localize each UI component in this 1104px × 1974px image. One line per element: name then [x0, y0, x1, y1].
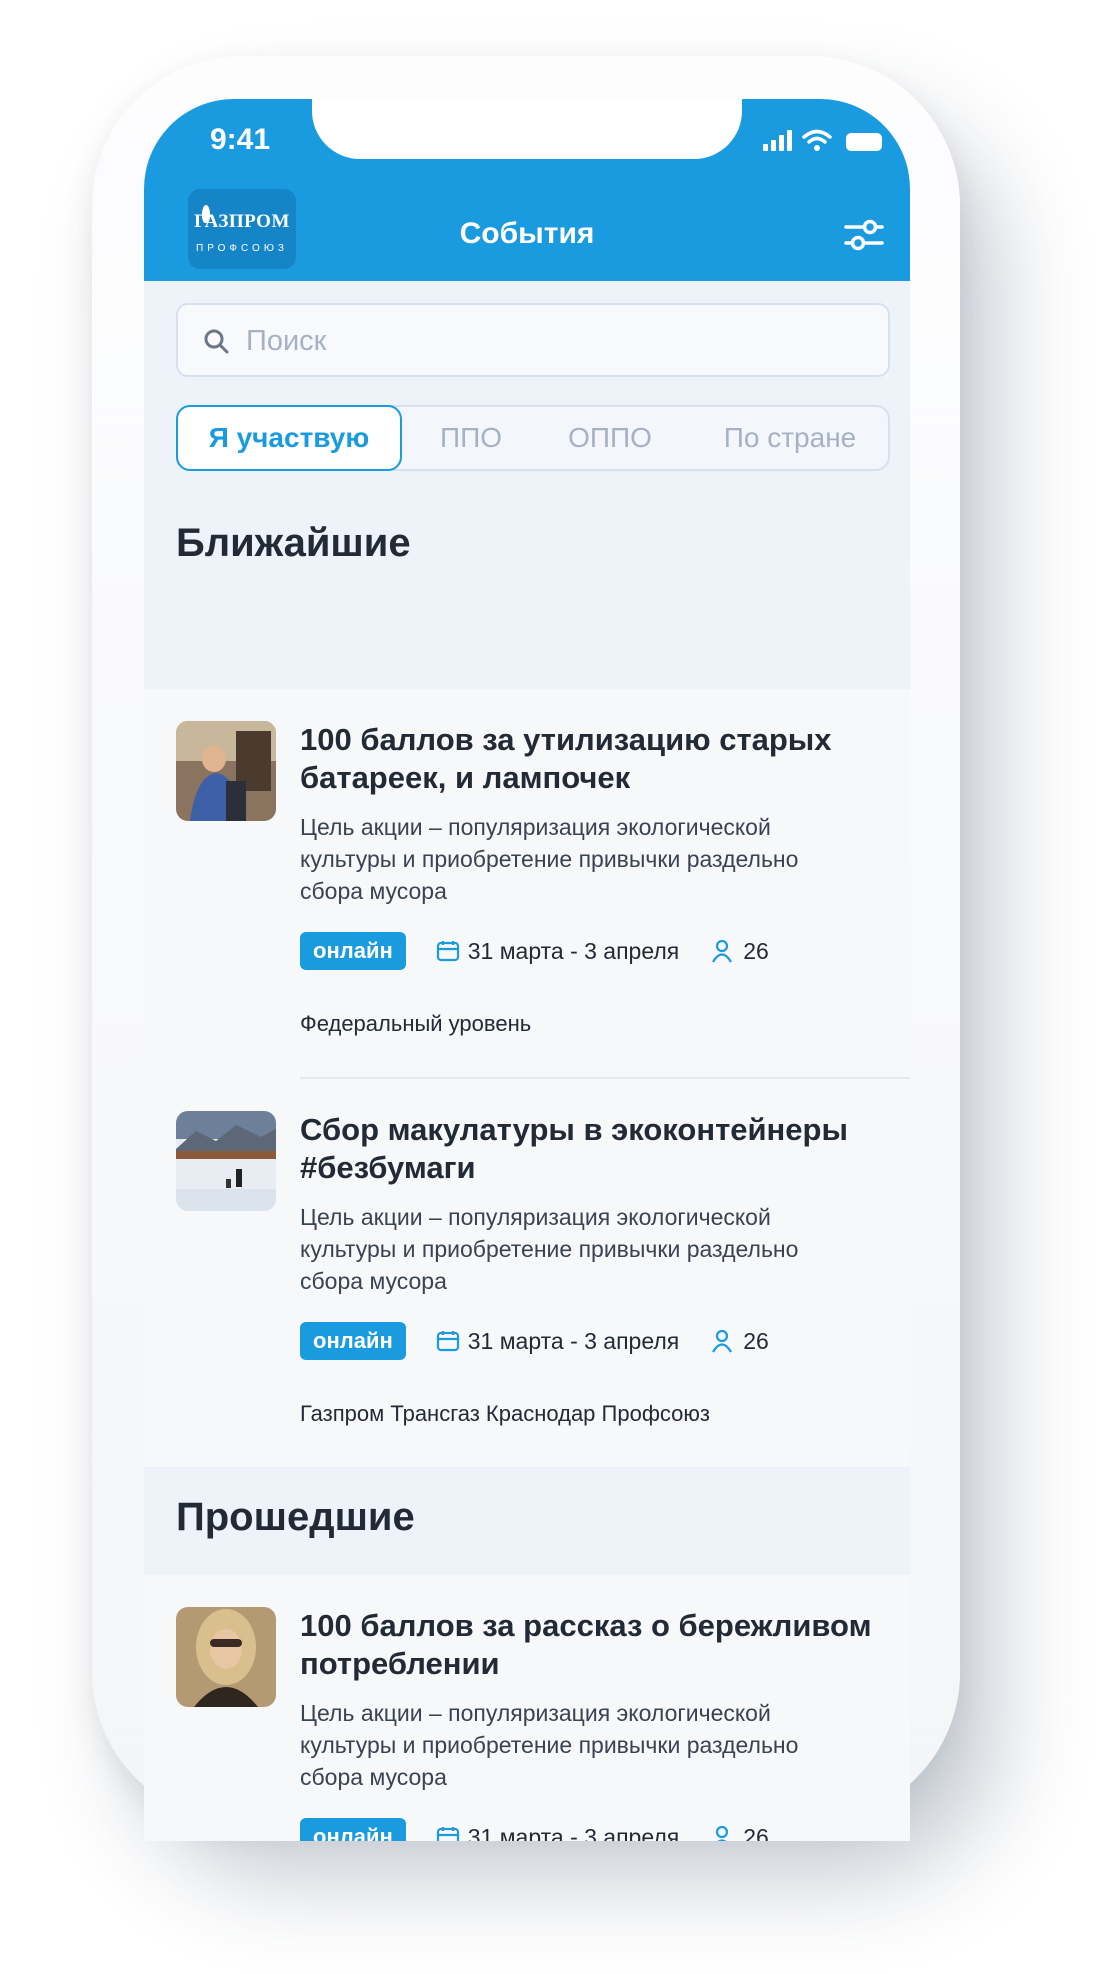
filter-settings-icon[interactable]: [844, 217, 884, 253]
online-badge: онлайн: [300, 1818, 406, 1841]
tab-oppo[interactable]: ОППО: [540, 407, 680, 469]
event-dates-text: 31 марта - 3 апреля: [467, 937, 680, 964]
tab-participating[interactable]: Я участвую: [176, 405, 402, 471]
tab-country[interactable]: По стране: [692, 407, 888, 469]
calendar-icon: [436, 1331, 459, 1352]
status-time: 9:41: [210, 123, 271, 156]
page-title: События: [459, 217, 595, 250]
event-organizer: Федеральный уровень: [300, 1011, 532, 1036]
wifi-icon: [802, 129, 832, 151]
event-title[interactable]: 100 баллов за рассказ о бережливом потре…: [300, 1607, 880, 1683]
event-dates: 31 марта - 3 апреля: [436, 1327, 680, 1355]
event-dates-text: 31 марта - 3 апреля: [467, 1327, 680, 1354]
search-icon: [204, 329, 229, 354]
person-icon: [716, 1825, 729, 1841]
event-meta: онлайн 31 марта - 3 апреля 26: [300, 1817, 769, 1841]
device-notch: [312, 99, 742, 159]
online-badge: онлайн: [300, 1322, 406, 1360]
section-title-upcoming: Ближайшие: [176, 521, 411, 565]
participants: 26: [711, 938, 769, 965]
participants: 26: [711, 1823, 769, 1842]
event-dates: 31 марта - 3 апреля: [436, 937, 680, 965]
battery-icon: [846, 133, 882, 151]
section-header-past: Прошедшие: [144, 1467, 910, 1575]
event-thumbnail: [176, 1607, 276, 1707]
participants-count: 26: [743, 937, 769, 964]
calendar-icon: [436, 941, 459, 962]
event-dates: 31 марта - 3 апреля: [436, 1823, 680, 1842]
participants: 26: [711, 1328, 769, 1355]
app-screen: 9:41 ГАЗПРОМ ПРОФСОЮЗ События Поиск Я уч…: [144, 99, 910, 1841]
status-icons: [763, 129, 882, 151]
tab-ppo[interactable]: ППО: [416, 407, 526, 469]
event-description: Цель акции – популяризация экологической…: [300, 814, 799, 904]
participants-count: 26: [743, 1823, 769, 1842]
divider: [300, 1077, 910, 1079]
search-placeholder: Поиск: [246, 325, 327, 357]
search-filter-area: Поиск Я участвую ППО ОППО По стране Ближ…: [144, 281, 910, 689]
calendar-icon: [436, 1827, 459, 1841]
cellular-signal-icon: [763, 129, 792, 151]
event-dates-text: 31 марта - 3 апреля: [467, 1823, 680, 1842]
event-filter-tabs: Я участвую ППО ОППО По стране: [176, 405, 890, 471]
event-meta: онлайн 31 марта - 3 апреля 26: [300, 1321, 769, 1361]
event-thumbnail: [176, 1111, 276, 1211]
event-description: Цель акции – популяризация экологической…: [300, 1204, 799, 1294]
search-input[interactable]: Поиск: [176, 303, 890, 377]
event-title[interactable]: 100 баллов за утилизацию старых батареек…: [300, 721, 880, 797]
event-description: Цель акции – популяризация экологической…: [300, 1700, 799, 1790]
person-icon: [712, 1329, 733, 1353]
online-badge: онлайн: [300, 932, 406, 970]
event-meta: онлайн 31 марта - 3 апреля 26: [300, 931, 769, 971]
participants-count: 26: [743, 1327, 769, 1354]
event-organizer: Газпром Трансгаз Краснодар Профсоюз: [300, 1401, 710, 1426]
person-icon: [712, 939, 733, 963]
event-title[interactable]: Сбор макулатуры в экоконтейнеры #безбума…: [300, 1111, 880, 1187]
event-thumbnail: [176, 721, 276, 821]
section-title-past: Прошедшие: [176, 1495, 415, 1539]
